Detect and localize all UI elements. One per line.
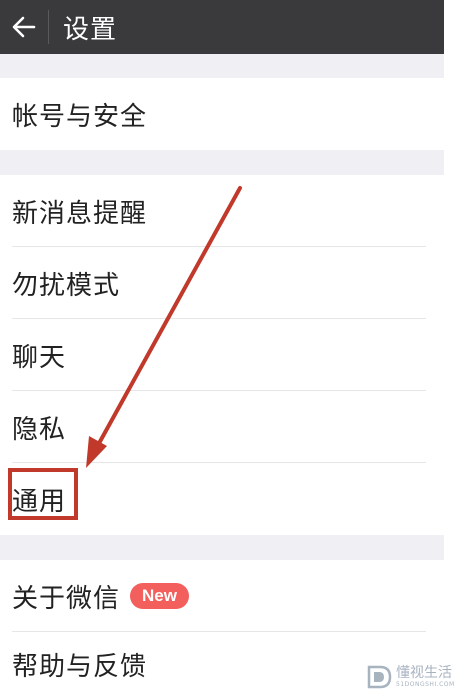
settings-item-do-not-disturb[interactable]: 勿扰模式: [0, 247, 444, 319]
settings-item-label: 关于微信: [12, 583, 121, 614]
section-gap: [0, 54, 444, 78]
watermark: 懂视生活 51DONGSHI.COM: [366, 664, 455, 690]
header-divider: [48, 10, 49, 44]
settings-item-label: 帮助与反馈: [12, 652, 148, 682]
settings-item-label: 帐号与安全: [12, 101, 148, 132]
watermark-subtext: 51DONGSHI.COM: [396, 681, 455, 688]
settings-item-privacy[interactable]: 隐私: [0, 391, 444, 463]
settings-item-chats[interactable]: 聊天: [0, 319, 444, 391]
section-gap: [0, 150, 444, 175]
section-gap: [0, 535, 444, 560]
watermark-logo-icon: [367, 665, 392, 689]
settings-item-account-security[interactable]: 帐号与安全: [0, 78, 444, 150]
back-button[interactable]: [0, 0, 48, 54]
settings-item-about-wechat[interactable]: 关于微信 New: [0, 560, 444, 632]
settings-item-label: 勿扰模式: [12, 270, 121, 301]
highlight-box: [8, 468, 78, 520]
new-badge: New: [130, 583, 189, 609]
settings-item-label: 新消息提醒: [12, 198, 148, 229]
page-title: 设置: [63, 14, 118, 45]
page-edge: [444, 0, 460, 697]
settings-page: 设置 帐号与安全 新消息提醒 勿扰模式 聊天 隐私 通用 关于微信 New 帮助…: [0, 0, 444, 697]
arrow-left-icon: [12, 16, 36, 38]
watermark-text: 懂视生活: [396, 665, 452, 681]
top-bar: 设置: [0, 0, 444, 54]
settings-item-label: 隐私: [12, 414, 67, 445]
settings-item-label: 聊天: [12, 342, 67, 373]
settings-item-new-message-alerts[interactable]: 新消息提醒: [0, 175, 444, 247]
